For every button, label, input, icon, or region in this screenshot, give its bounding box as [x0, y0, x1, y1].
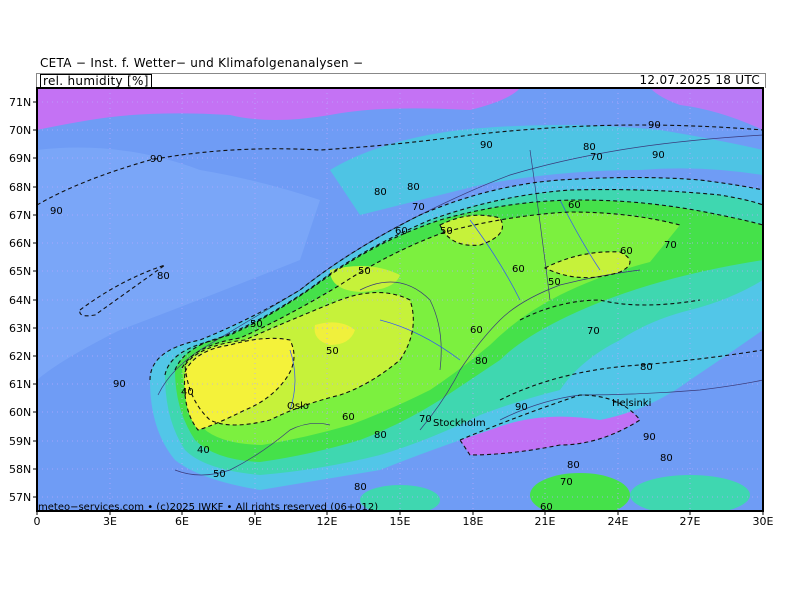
lon-tick-label: 21E	[535, 515, 556, 528]
lat-tick-label: 57N	[9, 491, 31, 504]
lon-tick-label: 27E	[680, 515, 701, 528]
contour-label: 50	[440, 226, 453, 237]
lon-tick-label: 15E	[390, 515, 411, 528]
contour-label: 80	[660, 453, 673, 464]
longitude-axis: 0 3E 6E 9E 12E 15E 18E 21E 24E 27E 30E	[34, 511, 774, 528]
contour-label: 80	[354, 482, 367, 493]
lat-tick-label: 65N	[9, 265, 31, 278]
lat-tick-label: 59N	[9, 435, 31, 448]
contour-label: 50	[213, 469, 226, 480]
lon-tick-label: 24E	[608, 515, 629, 528]
lat-tick-label: 60N	[9, 406, 31, 419]
contour-label: 70	[590, 152, 603, 163]
contour-label: 50	[326, 346, 339, 357]
contour-label: 90	[652, 150, 665, 161]
lon-tick-label: 0	[34, 515, 41, 528]
lon-tick-label: 6E	[175, 515, 189, 528]
contour-label: 50	[548, 277, 561, 288]
city-oslo: Oslo	[287, 401, 309, 412]
latitude-axis: 71N 70N 69N 68N 67N 66N 65N 64N 63N 62N …	[9, 96, 37, 504]
lat-tick-label: 66N	[9, 237, 31, 250]
contour-label: 70	[419, 414, 432, 425]
lon-tick-label: 3E	[103, 515, 117, 528]
contour-label: 90	[50, 206, 63, 217]
contour-label: 90	[648, 120, 661, 131]
lon-tick-label: 30E	[753, 515, 774, 528]
lat-tick-label: 64N	[9, 294, 31, 307]
lat-tick-label: 58N	[9, 463, 31, 476]
contour-label: 90	[150, 154, 163, 165]
contour-label: 80	[374, 187, 387, 198]
contour-label: 60	[470, 325, 483, 336]
city-helsinki: Helsinki	[612, 398, 651, 409]
lat-tick-label: 63N	[9, 322, 31, 335]
contour-label: 90	[515, 402, 528, 413]
lat-tick-label: 62N	[9, 350, 31, 363]
contour-label: 80	[640, 362, 653, 373]
lat-tick-label: 61N	[9, 378, 31, 391]
lat-tick-label: 71N	[9, 96, 31, 109]
lon-tick-label: 12E	[317, 515, 338, 528]
contour-label: 40	[181, 387, 194, 398]
contour-label: 90	[480, 140, 493, 151]
lon-tick-label: 18E	[463, 515, 484, 528]
lat-tick-label: 69N	[9, 152, 31, 165]
contour-label: 70	[412, 202, 425, 213]
contour-label: 40	[197, 445, 210, 456]
contour-label: 80	[567, 460, 580, 471]
contour-label: 80	[157, 271, 170, 282]
contour-label: 90	[113, 379, 126, 390]
lat-tick-label: 67N	[9, 209, 31, 222]
contour-label: 50	[358, 266, 371, 277]
lat-tick-label: 70N	[9, 124, 31, 137]
lat-tick-label: 68N	[9, 181, 31, 194]
contour-label: 90	[643, 432, 656, 443]
contour-label: 60	[342, 412, 355, 423]
contour-label: 70	[664, 240, 677, 251]
city-stockholm: Stockholm	[433, 418, 486, 429]
contour-label: 60	[512, 264, 525, 275]
contour-label: 80	[475, 356, 488, 367]
contour-label: 60	[395, 226, 408, 237]
contour-label: 80	[407, 182, 420, 193]
contour-label: 70	[587, 326, 600, 337]
contour-label: 70	[560, 477, 573, 488]
contour-label: 50	[250, 319, 263, 330]
contour-label: 60	[568, 200, 581, 211]
lon-tick-label: 9E	[248, 515, 262, 528]
contour-label: 60	[620, 246, 633, 257]
contour-label: 80	[374, 430, 387, 441]
humidity-map: 90 90 90 90 90 80 70 60 50 80 70 60 50 8…	[9, 87, 774, 528]
